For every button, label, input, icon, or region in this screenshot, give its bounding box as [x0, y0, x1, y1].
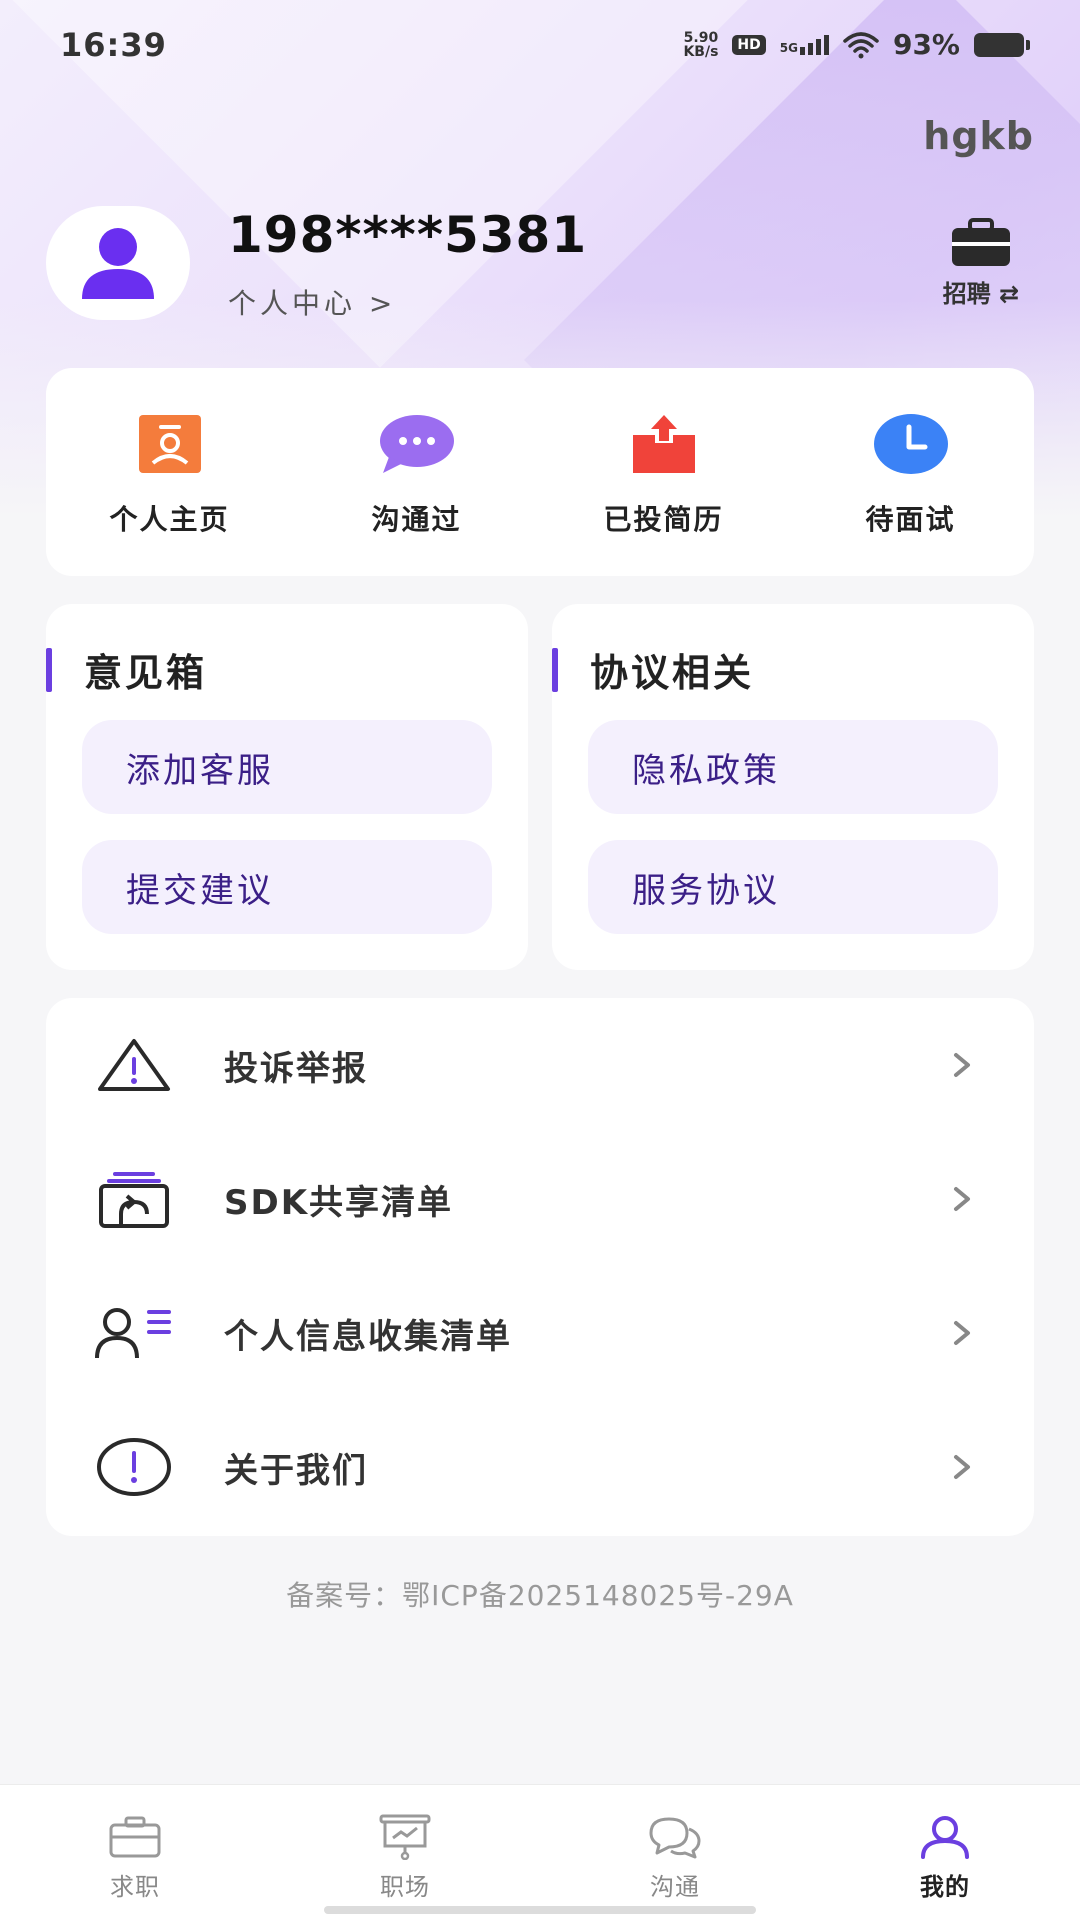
briefcase-icon [109, 1816, 161, 1858]
tab-communication[interactable]: 沟通 [540, 1785, 810, 1920]
user-icon [921, 1816, 969, 1859]
quick-chatted[interactable]: 沟通过 [293, 368, 540, 576]
battery-percent: 93% [892, 28, 960, 61]
info-circle-icon [97, 1438, 171, 1496]
presentation-icon [379, 1814, 431, 1860]
agreements-title: 协议相关 [551, 642, 754, 697]
hd-badge: HD [732, 34, 766, 55]
status-time: 16:39 [60, 26, 167, 64]
menu-item-complaint[interactable]: 投诉举报 [46, 998, 1034, 1132]
home-indicator[interactable] [324, 1906, 756, 1914]
recruit-label: 招聘 ⇄ [942, 280, 1020, 308]
menu-item-about-us[interactable]: 关于我们 [46, 1400, 1034, 1534]
switch-to-recruit-button[interactable]: 招聘 ⇄ [926, 218, 1036, 309]
warning-icon [98, 1039, 170, 1091]
chevron-right-icon [954, 1187, 970, 1211]
chevron-right-icon [954, 1321, 970, 1345]
user-list-icon [95, 1308, 171, 1359]
bottom-tab-bar: 求职 职场 沟通 我的 [0, 1784, 1080, 1920]
chat-bubble-icon [379, 415, 454, 473]
icp-record-number: 备案号：鄂ICP备2025148025号-29A [286, 1579, 794, 1612]
quick-submitted-resumes[interactable]: 已投简历 [540, 368, 787, 576]
wifi-icon [843, 31, 879, 58]
upload-box-icon [632, 415, 695, 473]
quick-pending-interviews[interactable]: 待面试 [787, 368, 1034, 576]
status-indicators: 5.90 KB/s HD 5G 93% [683, 28, 1030, 61]
chevron-right-icon [954, 1053, 970, 1077]
chat-icon [649, 1817, 701, 1859]
tab-workplace[interactable]: 职场 [270, 1785, 540, 1920]
service-agreement-button[interactable]: 服务协议 [588, 840, 998, 934]
chevron-right-icon [954, 1455, 970, 1479]
feedback-box-card: 意见箱 添加客服 提交建议 [45, 604, 528, 970]
personal-center-link[interactable]: 个人中心 > [228, 282, 396, 322]
tab-job-search[interactable]: 求职 [0, 1785, 270, 1920]
quick-personal-homepage[interactable]: 个人主页 [46, 368, 293, 576]
add-customer-service-button[interactable]: 添加客服 [82, 720, 492, 814]
clock-icon [873, 414, 948, 474]
agreements-card: 协议相关 隐私政策 服务协议 [551, 604, 1034, 970]
cellular-signal-icon: 5G [780, 34, 829, 55]
quick-actions-card: 个人主页 沟通过 已投简历 待面试 [46, 368, 1034, 576]
briefcase-icon [952, 218, 1010, 266]
battery-icon [974, 32, 1030, 57]
profile-card-icon [138, 415, 201, 473]
menu-item-sdk-list[interactable]: SDK共享清单 [46, 1132, 1034, 1266]
brand-logo-text: hgkb [923, 114, 1034, 158]
user-avatar-icon [82, 228, 154, 299]
submit-suggestion-button[interactable]: 提交建议 [82, 840, 492, 934]
feedback-box-title: 意见箱 [45, 642, 207, 697]
menu-list-card: 投诉举报 SDK共享清单 个人信息收集清单 关于我们 [46, 998, 1034, 1536]
network-speed: 5.90 KB/s [683, 29, 719, 60]
menu-item-personal-info-list[interactable]: 个人信息收集清单 [46, 1266, 1034, 1400]
avatar[interactable] [46, 206, 190, 320]
tab-mine[interactable]: 我的 [810, 1785, 1080, 1920]
status-bar: 16:39 5.90 KB/s HD 5G 93% [0, 0, 1080, 90]
user-phone: 198****5381 [228, 206, 588, 264]
share-box-icon [99, 1172, 169, 1228]
privacy-policy-button[interactable]: 隐私政策 [588, 720, 998, 814]
